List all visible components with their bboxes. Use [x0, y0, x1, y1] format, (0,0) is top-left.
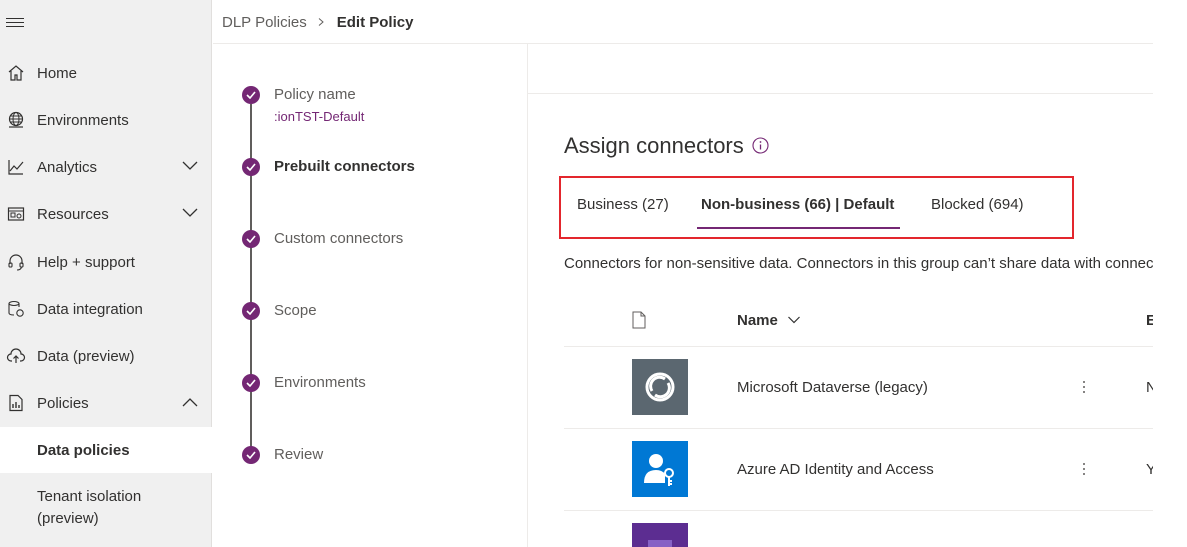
- nav-item-label-line1: Tenant isolation: [37, 488, 142, 505]
- checkmark-icon: [242, 158, 260, 176]
- home-icon: [8, 65, 24, 81]
- info-icon[interactable]: [752, 137, 769, 154]
- table-row-divider: [564, 428, 1153, 429]
- nav-item-home[interactable]: Home: [0, 51, 212, 95]
- nav-item-resources[interactable]: Resources: [0, 192, 212, 236]
- connector-next-cell: N: [1146, 379, 1153, 396]
- data-integration-icon: [8, 300, 24, 317]
- checkmark-icon: [242, 446, 260, 464]
- azure-ad-logo: [632, 441, 688, 497]
- nav-item-label: Environments: [37, 111, 129, 129]
- nav-item-label: Analytics: [37, 158, 98, 176]
- dataverse-icon: [645, 372, 675, 402]
- table-header-divider: [564, 346, 1153, 347]
- step-label: Environments: [274, 374, 366, 391]
- connector-next-cell: Y: [1146, 461, 1153, 478]
- step-label: Prebuilt connectors: [274, 158, 415, 175]
- nav-item-label: Data (preview): [37, 347, 135, 365]
- breadcrumb: DLP Policies Edit Policy: [222, 12, 413, 32]
- checkmark-icon: [242, 374, 260, 392]
- connector-logo: [632, 523, 688, 547]
- page-title: Assign connectors: [564, 133, 744, 158]
- breadcrumb-current: Edit Policy: [336, 13, 414, 31]
- nav-item-data-policies[interactable]: Data policies: [0, 427, 212, 473]
- column-header-next[interactable]: E: [1146, 312, 1153, 329]
- hamburger-menu-icon[interactable]: [6, 15, 24, 33]
- more-options-icon[interactable]: [1079, 461, 1089, 477]
- more-options-icon[interactable]: [1079, 379, 1089, 395]
- selected-tab-indicator: [697, 227, 900, 229]
- step-label: Scope: [274, 302, 317, 319]
- connector-logo-glyph: [648, 540, 672, 547]
- nav-item-help-support[interactable]: Help + support: [0, 240, 212, 284]
- step-label: Review: [274, 446, 324, 463]
- nav-item-label: Home: [37, 64, 78, 82]
- wizard-steps: Policy name :ionTST-Default Prebuilt con…: [213, 44, 528, 547]
- step-label: Policy name: [274, 86, 356, 103]
- command-bar-divider: [528, 93, 1153, 94]
- connector-name[interactable]: Azure AD Identity and Access: [737, 461, 934, 478]
- column-header-name[interactable]: Name: [737, 312, 778, 329]
- nav-item-label: Data integration: [37, 300, 143, 318]
- nav-item-label: Data policies: [37, 441, 130, 459]
- chevron-down-icon[interactable]: [787, 315, 801, 325]
- nav-item-label: Resources: [37, 205, 109, 223]
- chevron-up-icon[interactable]: [181, 396, 199, 408]
- nav-item-analytics[interactable]: Analytics: [0, 145, 212, 189]
- checkmark-icon: [242, 230, 260, 248]
- nav-item-label-line2: (preview): [37, 510, 99, 527]
- nav-item-data-integration[interactable]: Data integration: [0, 287, 212, 331]
- nav-item-label: Help + support: [37, 253, 135, 271]
- tab-blocked[interactable]: Blocked (694): [931, 196, 1024, 213]
- left-navigation: Home Environments Analytics Resources He…: [0, 0, 212, 547]
- nav-item-tenant-isolation[interactable]: Tenant isolation (preview): [0, 484, 212, 534]
- dataverse-logo: [632, 359, 688, 415]
- nav-item-environments[interactable]: Environments: [0, 98, 212, 142]
- step-sublabel: :ionTST-Default: [274, 109, 365, 124]
- policies-icon: [9, 394, 23, 412]
- page-edge: [1153, 0, 1187, 547]
- user-key-icon: [644, 454, 674, 486]
- chart-line-icon: [8, 160, 24, 175]
- tab-non-business[interactable]: Non-business (66) | Default: [701, 196, 894, 213]
- nav-item-label: Policies: [37, 394, 89, 412]
- breadcrumb-parent-link[interactable]: DLP Policies: [222, 14, 307, 31]
- chevron-down-icon[interactable]: [181, 207, 199, 219]
- resources-icon: [7, 207, 25, 221]
- nav-item-data-preview[interactable]: Data (preview): [0, 334, 212, 378]
- tab-description: Connectors for non-sensitive data. Conne…: [564, 255, 1153, 272]
- file-icon: [632, 311, 646, 329]
- nav-item-policies[interactable]: Policies: [0, 381, 212, 425]
- checkmark-icon: [242, 302, 260, 320]
- chevron-right-icon: [318, 18, 324, 26]
- cloud-upload-icon: [6, 348, 26, 363]
- globe-icon: [8, 111, 24, 128]
- connector-name[interactable]: Microsoft Dataverse (legacy): [737, 379, 928, 396]
- step-label: Custom connectors: [274, 230, 404, 247]
- tab-business[interactable]: Business (27): [577, 196, 669, 213]
- checkmark-icon: [242, 86, 260, 104]
- table-row-divider: [564, 510, 1153, 511]
- chevron-down-icon[interactable]: [181, 160, 199, 172]
- headset-icon: [8, 254, 24, 271]
